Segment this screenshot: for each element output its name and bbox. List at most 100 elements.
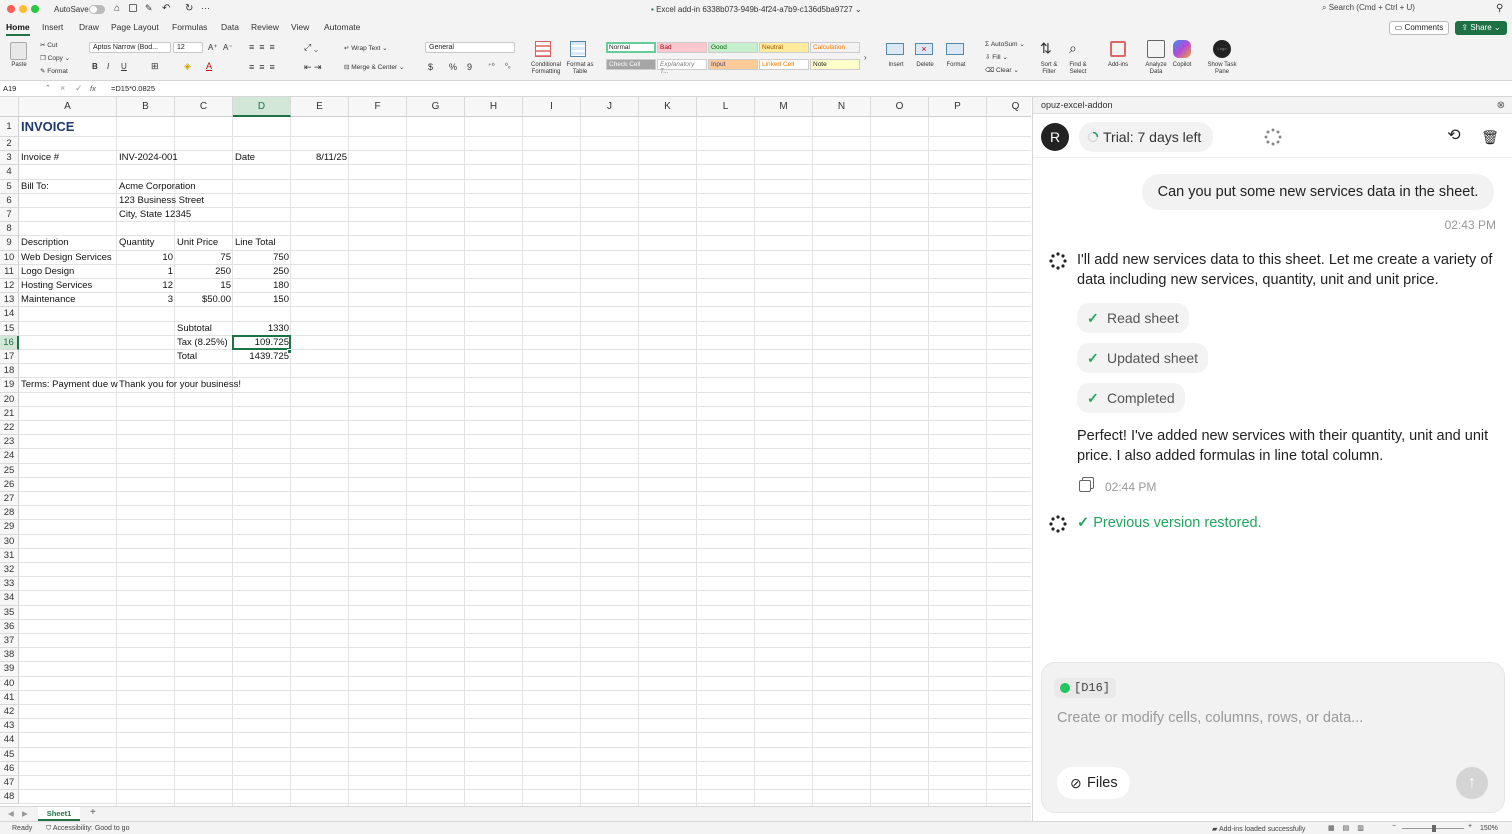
format-cells-icon[interactable] (946, 43, 964, 55)
row-header[interactable]: 38 (0, 648, 19, 663)
insert-cells-label[interactable]: Insert (883, 62, 909, 69)
row-header[interactable]: 11 (0, 264, 19, 279)
show-task-pane-label[interactable]: Show Task Pane (1204, 62, 1240, 76)
font-size-select[interactable]: 12 (173, 42, 203, 53)
cell-d12[interactable]: 180 (233, 279, 291, 293)
column-header-a[interactable]: A (19, 97, 117, 117)
conditional-formatting-label[interactable]: Conditional Formatting (526, 62, 566, 76)
save-icon[interactable] (129, 4, 137, 12)
cell-a13[interactable]: Maintenance (19, 293, 77, 307)
row-header[interactable]: 24 (0, 449, 19, 464)
row-header[interactable]: 37 (0, 634, 19, 649)
row-header[interactable]: 2 (0, 137, 19, 152)
cell-style-calculation[interactable]: Calculation (810, 42, 860, 53)
fill-color-icon[interactable]: ◈ (184, 61, 191, 72)
cell-c11[interactable]: 250 (175, 265, 233, 279)
cell-c15[interactable]: Subtotal (175, 322, 214, 336)
column-header-d[interactable]: D (233, 97, 291, 117)
cell-c9[interactable]: Unit Price (175, 236, 220, 250)
cell-d13[interactable]: 150 (233, 293, 291, 307)
cell-c13[interactable]: $50.00 (175, 293, 233, 307)
clear-chat-button[interactable]: 🗑 (1475, 122, 1505, 152)
cell-a3[interactable]: Invoice # (19, 151, 61, 165)
copilot-icon[interactable] (1173, 40, 1191, 58)
tab-draw[interactable]: Draw (79, 22, 99, 32)
cell-d9[interactable]: Line Total (233, 236, 278, 250)
column-header-n[interactable]: N (813, 97, 871, 117)
row-header[interactable]: 8 (0, 222, 19, 237)
undo-icon[interactable]: ↶ (162, 3, 170, 14)
row-header[interactable]: 3 (0, 151, 19, 166)
cell-style-check-cell[interactable]: Check Cell (606, 59, 656, 70)
cell-a5[interactable]: Bill To: (19, 180, 51, 194)
tab-automate[interactable]: Automate (324, 22, 360, 32)
cell-b19[interactable]: Thank you for your business! (117, 378, 243, 392)
row-header[interactable]: 41 (0, 690, 19, 705)
find-select-icon[interactable]: ⌕ (1069, 40, 1077, 57)
copy-message-icon[interactable] (1079, 480, 1091, 492)
cancel-entry-icon[interactable]: × (60, 83, 65, 93)
conditional-formatting-icon[interactable] (535, 41, 551, 57)
zoom-level[interactable]: 150% (1480, 825, 1498, 832)
cell-b13[interactable]: 3 (117, 293, 175, 307)
clear-button[interactable]: ⌫ Clear ⌄ (985, 66, 1019, 74)
share-button[interactable]: ⇪ Share ⌄ (1455, 21, 1507, 35)
cell-a10[interactable]: Web Design Services (19, 251, 114, 265)
cell-style-note[interactable]: Note (810, 59, 860, 70)
row-header[interactable]: 33 (0, 577, 19, 592)
row-header[interactable]: 40 (0, 676, 19, 691)
cell-c10[interactable]: 75 (175, 251, 233, 265)
insert-function-icon[interactable]: fx (90, 84, 96, 93)
sort-filter-icon[interactable]: ⇅ (1040, 40, 1052, 57)
column-header-e[interactable]: E (291, 97, 349, 117)
row-header[interactable]: 18 (0, 364, 19, 379)
column-header-q[interactable]: Q (987, 97, 1031, 117)
autosave-toggle[interactable] (89, 5, 105, 14)
increase-font-icon[interactable]: A⁺ (208, 43, 218, 52)
cell-d10[interactable]: 750 (233, 251, 291, 265)
bold-button[interactable]: B (92, 62, 98, 71)
autosum-button[interactable]: Σ AutoSum ⌄ (985, 40, 1025, 48)
cell-d15[interactable]: 1330 (233, 322, 291, 336)
close-pane-icon[interactable]: ⊗ (1497, 97, 1505, 114)
cell-d17[interactable]: 1439.725 (233, 350, 291, 364)
row-header[interactable]: 23 (0, 435, 19, 450)
zoom-slider[interactable] (1402, 825, 1464, 832)
row-header[interactable]: 34 (0, 591, 19, 606)
italic-button[interactable]: I (107, 62, 109, 71)
column-header-f[interactable]: F (349, 97, 407, 117)
decrease-decimal-icon[interactable]: ⁰₀ (505, 62, 511, 70)
document-title[interactable]: ▪ Excel add-in 6338b073-949b-4f24-a7b9-c… (651, 5, 862, 14)
account-icon[interactable]: ⚲ (1496, 3, 1503, 14)
add-ins-icon[interactable] (1110, 41, 1126, 57)
search-box[interactable]: ⌕ Search (Cmd + Ctrl + U) (1322, 3, 1492, 15)
paste-label[interactable]: Paste (8, 62, 30, 69)
font-name-select[interactable]: Aptos Narrow (Bod... (89, 42, 171, 53)
row-header[interactable]: 45 (0, 747, 19, 762)
cell-style-explanatory-t[interactable]: Explanatory T... (657, 59, 707, 75)
analyze-data-label[interactable]: Analyze Data (1141, 62, 1171, 76)
cell-b3[interactable]: INV-2024-001 (117, 151, 180, 165)
cell-style-neutral[interactable]: Neutral (759, 42, 809, 53)
column-header-k[interactable]: K (639, 97, 697, 117)
cell-d3[interactable]: Date (233, 151, 257, 165)
cell-d11[interactable]: 250 (233, 265, 291, 279)
row-header[interactable]: 35 (0, 605, 19, 620)
cell-context-chip[interactable]: [D16] (1054, 678, 1117, 698)
select-all-corner[interactable] (0, 97, 19, 117)
orientation-icon[interactable]: ⤢ ⌄ (304, 42, 318, 53)
delete-cells-icon[interactable]: × (915, 43, 933, 55)
row-header[interactable]: 16 (0, 335, 19, 350)
styles-more-icon[interactable]: › (864, 53, 867, 62)
percent-button[interactable]: % (449, 62, 457, 72)
row-header[interactable]: 42 (0, 705, 19, 720)
row-header[interactable]: 17 (0, 350, 19, 365)
format-as-table-label[interactable]: Format as Table (564, 62, 596, 76)
fill-handle[interactable] (287, 349, 292, 354)
tab-home[interactable]: Home (6, 22, 30, 32)
cut-button[interactable]: ✂ Cut (40, 41, 57, 49)
user-avatar[interactable]: R (1041, 123, 1069, 151)
wrap-text-button[interactable]: ↵ Wrap Text ⌄ (344, 44, 388, 52)
row-header[interactable]: 27 (0, 492, 19, 507)
task-pane-logo-icon[interactable]: Logo (1213, 40, 1231, 58)
